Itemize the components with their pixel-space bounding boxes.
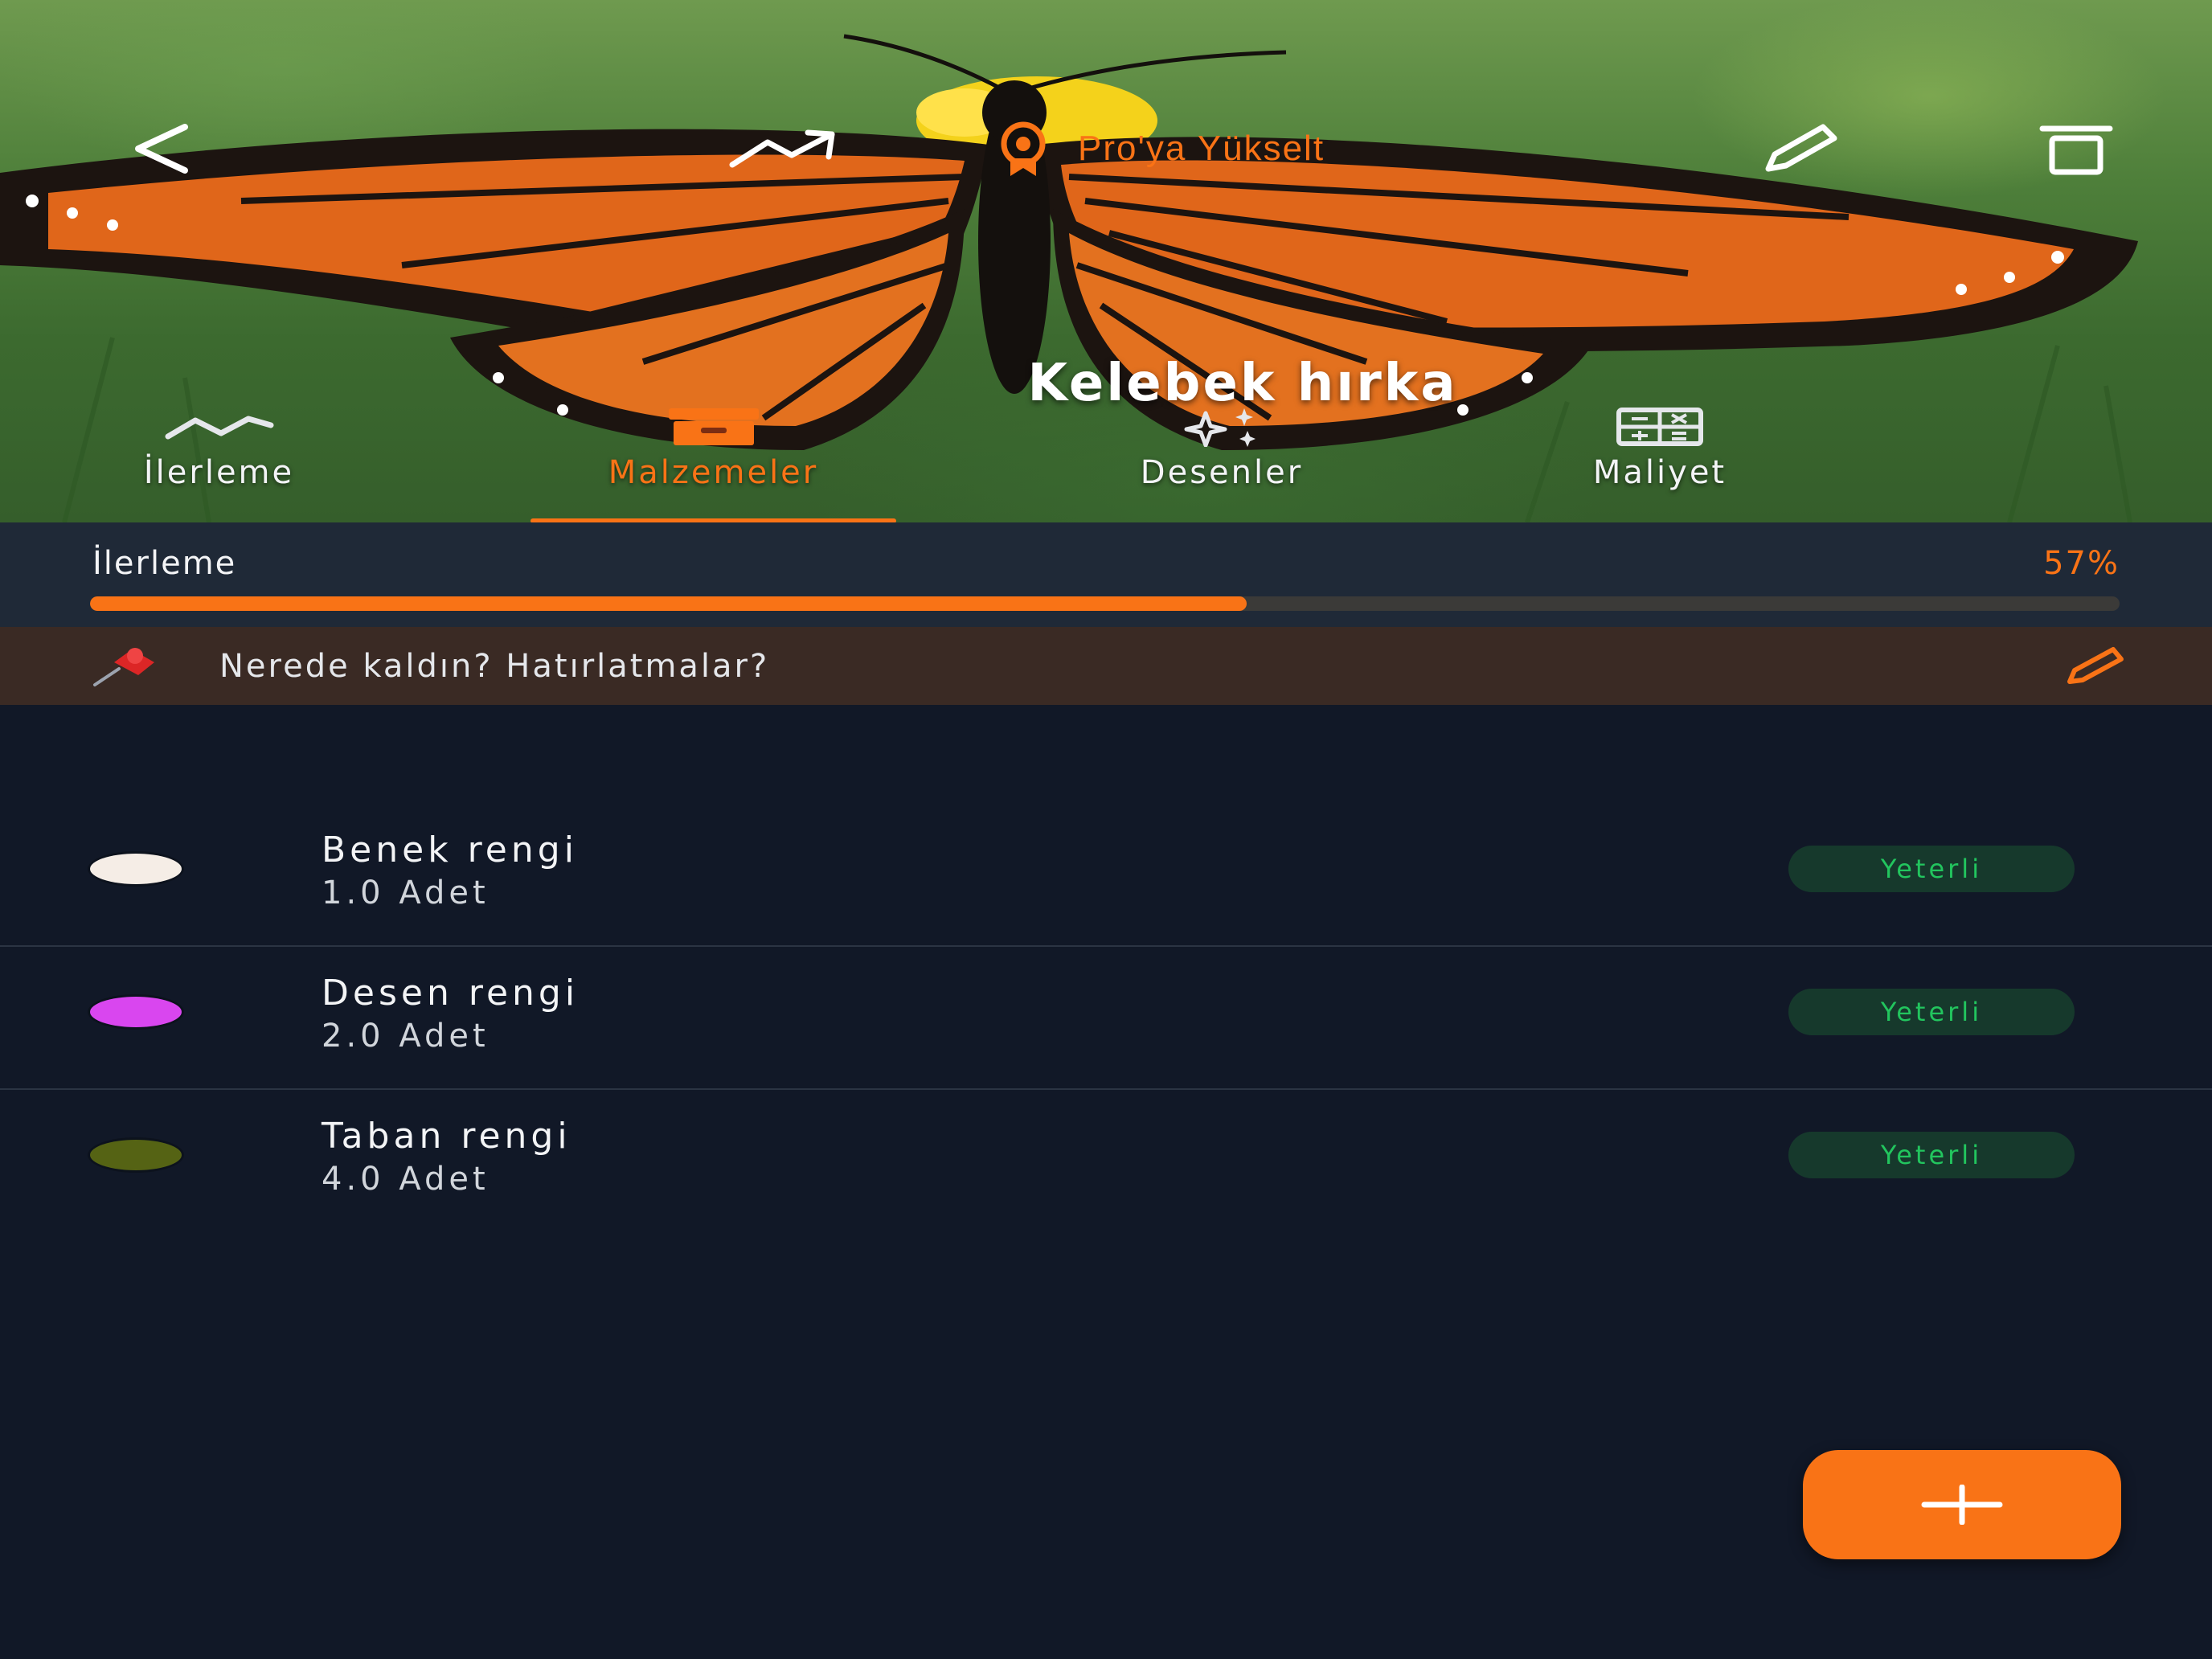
progress-section: İlerleme 57% — [0, 522, 2212, 627]
pencil-icon[interactable] — [2063, 641, 2128, 690]
material-quantity: 2.0 Adet — [322, 1018, 490, 1055]
pushpin-icon — [93, 648, 154, 686]
add-material-button[interactable] — [1803, 1450, 2121, 1559]
material-name: Desen rengi — [322, 973, 580, 1014]
status-badge: Yeterli — [1788, 846, 2075, 892]
delete-project-button[interactable] — [2032, 104, 2120, 193]
status-badge: Yeterli — [1788, 989, 2075, 1035]
tab-progress[interactable]: İlerleme — [80, 406, 358, 522]
progress-bar-fill — [90, 596, 1247, 611]
cover-image: Pro'ya Yükselt Kelebek hırka İlerleme Ma… — [0, 0, 2212, 522]
chart-line-icon — [165, 416, 273, 440]
color-swatch — [90, 1140, 182, 1170]
award-badge-icon — [1001, 121, 1046, 176]
list-item[interactable]: Taban rengi 4.0 Adet Yeterli — [0, 1090, 2212, 1233]
color-swatch — [90, 997, 182, 1027]
tab-progress-label: İlerleme — [143, 454, 295, 491]
list-item[interactable]: Benek rengi 1.0 Adet Yeterli — [0, 804, 2212, 947]
progress-bar — [90, 596, 2120, 611]
pencil-icon — [1765, 124, 1837, 172]
back-button[interactable] — [117, 104, 205, 193]
list-item[interactable]: Desen rengi 2.0 Adet Yeterli — [0, 947, 2212, 1090]
edit-project-button[interactable] — [1744, 104, 1857, 193]
material-name: Taban rengi — [322, 1116, 571, 1157]
progress-label: İlerleme — [92, 545, 237, 582]
material-name: Benek rengi — [322, 830, 578, 870]
archive-box-icon — [668, 408, 759, 445]
tab-patterns-label: Desenler — [1140, 454, 1304, 491]
notes-placeholder: Nerede kaldın? Hatırlatmalar? — [219, 648, 770, 685]
tab-cost-label: Maliyet — [1592, 454, 1727, 491]
tab-materials[interactable]: Malzemeler — [530, 406, 896, 522]
tab-materials-label: Malzemeler — [608, 454, 819, 491]
upgrade-pro-link[interactable]: Pro'ya Yükselt — [993, 121, 1325, 177]
project-title: Kelebek hırka — [1027, 354, 1458, 413]
tab-cost[interactable]: Maliyet — [1539, 406, 1780, 522]
chevron-left-icon — [135, 124, 188, 174]
calculator-icon — [1616, 408, 1703, 446]
trash-icon — [2039, 125, 2113, 175]
plus-icon — [1921, 1485, 2003, 1525]
stats-button[interactable] — [723, 104, 844, 193]
color-swatch — [90, 854, 182, 884]
upgrade-pro-label: Pro'ya Yükselt — [1078, 129, 1325, 168]
material-quantity: 1.0 Adet — [322, 875, 490, 911]
progress-percent: 57% — [2043, 545, 2120, 582]
status-badge: Yeterli — [1788, 1132, 2075, 1178]
notes-bar[interactable]: Nerede kaldın? Hatırlatmalar? — [0, 627, 2212, 705]
tab-patterns[interactable]: Desenler — [1073, 406, 1370, 522]
sparkles-icon — [1184, 408, 1256, 447]
trending-up-icon — [729, 129, 835, 168]
material-quantity: 4.0 Adet — [322, 1161, 490, 1198]
tab-bar: İlerleme Malzemeler Desenler Maliyet — [0, 406, 2212, 522]
